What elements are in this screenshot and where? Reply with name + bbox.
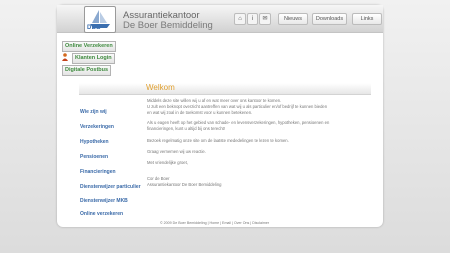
- menu-item-verzekeringen[interactable]: Verzekeringen: [80, 124, 114, 130]
- klanten-login-button[interactable]: Klanten Login: [72, 53, 115, 64]
- site-title-line2: De Boer Bemiddeling: [123, 20, 213, 31]
- logo-text: DBB: [87, 25, 101, 31]
- reaction-line: Graag vernemen wij uw reactie.: [147, 149, 206, 154]
- nav-nieuws-button[interactable]: Nieuws: [278, 13, 308, 25]
- nav-downloads-button[interactable]: Downloads: [312, 13, 347, 25]
- menu-item-online-verzekeren[interactable]: Online verzekeren: [80, 211, 123, 217]
- home-icon[interactable]: ⌂: [234, 13, 246, 25]
- intro-line-2: U zult een beknopt overzicht aantreffen …: [147, 104, 328, 109]
- footer-links[interactable]: © 2009 De Boer Bemiddeling | Home | Emai…: [160, 221, 269, 225]
- menu-item-dienstenwijzer-mkb[interactable]: Dienstenwijzer MKB: [80, 198, 128, 204]
- menu-item-wie-zijn-wij[interactable]: Wie zijn wij: [80, 109, 107, 115]
- menu-item-dienstenwijzer-particulier[interactable]: Dienstenwijzer particulier: [80, 184, 141, 190]
- info-icon[interactable]: i: [247, 13, 258, 25]
- services-line-1: Als u eagen heeft op het gebied van scha…: [147, 120, 330, 125]
- menu-item-financieringen[interactable]: Financieringen: [80, 169, 116, 175]
- signature-company: Assurantiekantoor De Boer Bemiddeling: [147, 182, 222, 187]
- user-icon: [62, 53, 68, 61]
- greeting-line: Met vriendelijke groet,: [147, 160, 188, 165]
- welcome-bar: [79, 83, 371, 95]
- company-logo[interactable]: DBB: [84, 6, 116, 33]
- visit-line: Bezoek regelmatig onze site om de laatst…: [147, 138, 289, 143]
- menu-item-pensioenen[interactable]: Pensioenen: [80, 154, 108, 160]
- contact-icon[interactable]: ✉: [259, 13, 271, 25]
- intro-line-1: Middels deze site willen wij u af en wat…: [147, 98, 282, 103]
- menu-item-hypotheken[interactable]: Hypotheken: [80, 139, 109, 145]
- page-frame: [57, 5, 383, 227]
- online-verzekeren-button[interactable]: Online Verzekeren: [62, 41, 116, 52]
- signature-name: Cor de Boer: [147, 176, 170, 181]
- digitale-postbus-button[interactable]: Digitale Postbus: [62, 65, 112, 76]
- nav-links-button[interactable]: Links: [352, 13, 382, 25]
- services-line-2: financieringen, kunt u altijd bij ons te…: [147, 126, 225, 131]
- welcome-heading: Welkom: [146, 83, 175, 92]
- intro-line-3: en wat wij zoal in de toekomst voor u ku…: [147, 110, 253, 115]
